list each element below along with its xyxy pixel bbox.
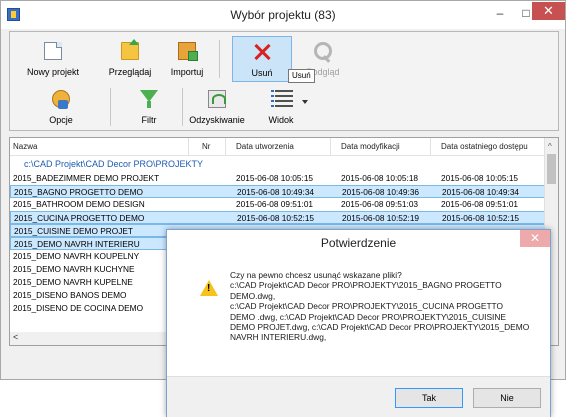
confirmation-dialog: Potwierdzenie ✕ Czy na pewno chcesz usun… <box>166 229 551 417</box>
toolbar: Nowy projekt Przeglądaj Importuj Usuń Po… <box>9 31 559 131</box>
cell-accessed: 2015-06-08 10:49:34 <box>442 187 520 197</box>
cell-modified: 2015-06-08 10:05:18 <box>341 173 419 183</box>
cell-name: 2015_BADEZIMMER DEMO PROJEKT <box>13 173 160 183</box>
cell-created: 2015-06-08 10:52:15 <box>237 213 315 223</box>
dialog-close-button[interactable]: ✕ <box>520 230 550 247</box>
filter-funnel-icon <box>140 90 158 108</box>
table-row[interactable]: 2015_CUCINA PROGETTO DEMO 2015-06-08 10:5… <box>10 211 546 224</box>
new-project-button[interactable]: Nowy projekt <box>24 36 82 82</box>
cell-name: 2015_DISENO DE COCINA DEMO <box>13 303 144 313</box>
chevron-down-icon[interactable] <box>302 100 308 104</box>
view-label: Widok <box>268 115 294 125</box>
cell-name: 2015_DEMO NAVRH KUPELNE <box>13 277 133 287</box>
recovery-button[interactable]: Odzyskiwanie <box>186 84 248 130</box>
cell-modified: 2015-06-08 09:51:03 <box>341 199 419 209</box>
yes-button[interactable]: Tak <box>395 388 463 408</box>
delete-tooltip: Usuń <box>288 69 315 83</box>
cell-name: 2015_CUISINE DEMO PROJET <box>14 226 133 236</box>
column-header-modified[interactable]: Data modyfikacji <box>341 142 400 151</box>
scroll-thumb[interactable] <box>547 154 556 184</box>
column-header-accessed[interactable]: Data ostatniego dostępu <box>441 142 528 151</box>
title-bar: Wybór projektu (83) – □ ✕ <box>1 1 565 29</box>
cell-name: 2015_DEMO NAVRH INTERIERU <box>14 239 140 249</box>
import-button[interactable]: Importuj <box>164 36 210 82</box>
filter-label: Filtr <box>141 115 157 125</box>
cell-name: 2015_CUCINA PROGETTO DEMO <box>14 213 145 223</box>
scroll-left-icon[interactable]: < <box>13 332 18 342</box>
open-folder-icon <box>121 39 139 60</box>
cell-name: 2015_DEMO NAVRH KOUPELNY <box>13 251 140 261</box>
dialog-title: Potwierdzenie <box>320 236 397 250</box>
cell-modified: 2015-06-08 10:52:19 <box>342 213 420 223</box>
close-button[interactable]: ✕ <box>532 2 565 20</box>
warning-icon <box>200 280 218 296</box>
options-button[interactable]: Opcje <box>38 84 84 130</box>
toolbar-separator <box>110 88 111 126</box>
dialog-footer: Tak Nie <box>167 376 550 417</box>
toolbar-separator <box>182 88 183 126</box>
cell-name: 2015_DEMO NAVRH KUCHYNE <box>13 264 135 274</box>
cell-created: 2015-06-08 10:49:34 <box>237 187 315 197</box>
cell-name: 2015_BAGNO PROGETTO DEMO <box>14 187 143 197</box>
new-document-icon <box>44 42 62 60</box>
options-label: Opcje <box>49 115 73 125</box>
cell-accessed: 2015-06-08 09:51:01 <box>441 199 519 209</box>
table-row[interactable]: 2015_BATHROOM DEMO DESIGN 2015-06-08 09:5… <box>10 198 546 211</box>
toolbar-separator <box>219 40 220 78</box>
window-title: Wybór projektu (83) <box>230 8 336 22</box>
toolbar-row-2: Opcje Filtr Odzyskiwanie Widok <box>10 84 558 130</box>
column-divider[interactable] <box>188 138 189 156</box>
column-divider[interactable] <box>330 138 331 156</box>
column-header-name[interactable]: Nazwa <box>13 142 37 151</box>
magnifier-icon <box>314 42 332 60</box>
cell-name: 2015_BATHROOM DEMO DESIGN <box>13 199 145 209</box>
list-header: Nazwa Nr Data utworzenia Data modyfikacj… <box>10 138 546 156</box>
cell-modified: 2015-06-08 10:49:36 <box>342 187 420 197</box>
delete-x-icon <box>253 43 271 61</box>
browse-label: Przeglądaj <box>108 67 152 77</box>
import-label: Importuj <box>170 67 204 77</box>
table-row[interactable]: 2015_BADEZIMMER DEMO PROJEKT 2015-06-08 1… <box>10 172 546 185</box>
toolbar-row-1: Nowy projekt Przeglądaj Importuj Usuń Po… <box>10 36 558 82</box>
import-icon <box>178 42 198 61</box>
browse-button[interactable]: Przeglądaj <box>102 36 158 82</box>
cell-accessed: 2015-06-08 10:05:15 <box>441 173 519 183</box>
dialog-message: Czy na pewno chcesz usunąć wskazane plik… <box>230 270 530 343</box>
column-divider[interactable] <box>430 138 431 156</box>
view-list-icon <box>271 90 293 108</box>
cell-accessed: 2015-06-08 10:52:15 <box>442 213 520 223</box>
table-row[interactable]: 2015_BAGNO PROGETTO DEMO 2015-06-08 10:49… <box>10 185 546 198</box>
options-icon <box>52 90 70 109</box>
dialog-body: Czy na pewno chcesz usunąć wskazane plik… <box>175 256 544 376</box>
no-button[interactable]: Nie <box>473 388 541 408</box>
delete-label: Usuń <box>251 68 273 78</box>
new-project-label: Nowy projekt <box>26 67 80 77</box>
group-path[interactable]: c:\CAD Projekt\CAD Decor PRO\PROJEKTY <box>24 159 203 169</box>
column-header-number[interactable]: Nr <box>202 142 210 151</box>
view-button[interactable]: Widok <box>254 84 308 130</box>
recovery-icon <box>208 90 226 108</box>
column-divider[interactable] <box>225 138 226 156</box>
column-header-created[interactable]: Data utworzenia <box>236 142 294 151</box>
cell-created: 2015-06-08 09:51:01 <box>236 199 314 209</box>
cell-name: 2015_DISENO BANOS DEMO <box>13 290 127 300</box>
scroll-up-icon[interactable]: ^ <box>548 142 552 151</box>
cell-created: 2015-06-08 10:05:15 <box>236 173 314 183</box>
delete-button[interactable]: Usuń <box>232 36 292 82</box>
minimize-button[interactable]: – <box>487 3 513 25</box>
recovery-label: Odzyskiwanie <box>189 115 245 125</box>
filter-button[interactable]: Filtr <box>122 84 176 130</box>
